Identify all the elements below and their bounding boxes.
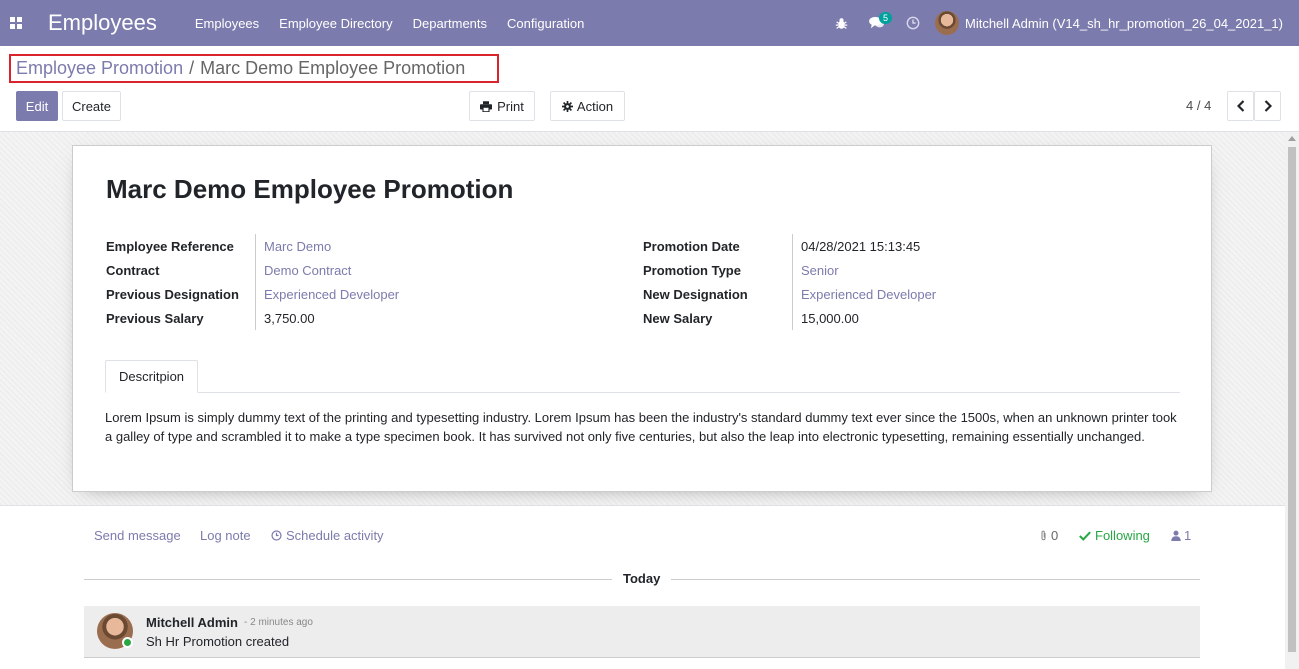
field-label: Promotion Type — [643, 258, 793, 282]
new-salary-value: 15,000.00 — [801, 310, 859, 326]
messages-icon[interactable]: 5 — [859, 0, 895, 46]
attachments-count: 0 — [1051, 528, 1059, 543]
followers-button[interactable]: 1 — [1171, 528, 1191, 543]
apps-menu-icon[interactable] — [0, 0, 32, 46]
field-label: Previous Designation — [106, 282, 256, 306]
breadcrumb-parent[interactable]: Employee Promotion — [16, 58, 183, 79]
previous-designation-link[interactable]: Experienced Developer — [256, 287, 399, 302]
attachments-button[interactable]: 0 — [1039, 528, 1058, 543]
online-status-icon — [122, 637, 133, 648]
menu-employees[interactable]: Employees — [195, 16, 259, 31]
notebook-tabs: Descritpion — [105, 360, 1180, 393]
right-field-group: Promotion Date 04/28/2021 15:13:45 Promo… — [643, 234, 936, 330]
user-icon — [1171, 530, 1181, 541]
schedule-activity-label: Schedule activity — [286, 528, 384, 543]
description-text: Lorem Ipsum is simply dummy text of the … — [105, 410, 1177, 444]
scroll-up-arrow-icon[interactable] — [1288, 136, 1296, 141]
main-menu: Employees Employee Directory Departments… — [185, 16, 595, 31]
breadcrumb-separator: / — [189, 58, 195, 78]
field-label: Employee Reference — [106, 234, 256, 258]
field-previous-designation: Previous Designation Experienced Develop… — [106, 282, 399, 306]
promotion-type-link[interactable]: Senior — [793, 263, 839, 278]
pager-next-button[interactable] — [1254, 91, 1281, 121]
field-label: New Designation — [643, 282, 793, 306]
navbar-systray: 5 Mitchell Admin (V14_sh_hr_promotion_26… — [823, 0, 1299, 46]
top-navbar: Employees Employees Employee Directory D… — [0, 0, 1299, 46]
left-field-group: Employee Reference Marc Demo Contract De… — [106, 234, 399, 330]
bug-icon[interactable] — [823, 0, 859, 46]
field-employee-reference: Employee Reference Marc Demo — [106, 234, 399, 258]
create-button[interactable]: Create — [62, 91, 121, 121]
menu-departments[interactable]: Departments — [413, 16, 487, 31]
field-previous-salary: Previous Salary 3,750.00 — [106, 306, 399, 330]
message-author[interactable]: Mitchell Admin — [146, 615, 238, 630]
pager-previous-button[interactable] — [1227, 91, 1254, 121]
pager-value[interactable]: 4 / 4 — [1186, 98, 1211, 113]
field-promotion-date: Promotion Date 04/28/2021 15:13:45 — [643, 234, 936, 258]
print-label: Print — [497, 98, 524, 114]
user-avatar — [935, 11, 959, 35]
print-button[interactable]: Print — [469, 91, 535, 121]
chatter: Send message Log note Schedule activity … — [0, 505, 1285, 669]
field-label: Promotion Date — [643, 234, 793, 258]
message-body: Sh Hr Promotion created — [146, 634, 290, 649]
chevron-left-icon — [1236, 100, 1244, 112]
form-sheet: Marc Demo Employee Promotion Employee Re… — [72, 145, 1212, 492]
record-title: Marc Demo Employee Promotion — [106, 174, 514, 204]
messages-badge: 5 — [879, 12, 893, 24]
date-separator-label: Today — [612, 571, 672, 586]
breadcrumb-current: Marc Demo Employee Promotion — [200, 58, 466, 78]
menu-configuration[interactable]: Configuration — [507, 16, 584, 31]
field-label: Contract — [106, 258, 256, 282]
action-button[interactable]: Action — [550, 91, 625, 121]
field-promotion-type: Promotion Type Senior — [643, 258, 936, 282]
breadcrumb: Employee Promotion / Marc Demo Employee … — [9, 54, 499, 83]
print-icon — [480, 100, 493, 112]
contract-link[interactable]: Demo Contract — [256, 263, 351, 278]
employee-reference-link[interactable]: Marc Demo — [256, 239, 331, 254]
field-label: New Salary — [643, 306, 793, 330]
clock-icon[interactable] — [895, 0, 931, 46]
clock-icon — [271, 530, 282, 541]
check-icon — [1079, 530, 1091, 541]
field-contract: Contract Demo Contract — [106, 258, 399, 282]
new-designation-link[interactable]: Experienced Developer — [793, 287, 936, 302]
app-title[interactable]: Employees — [48, 10, 157, 36]
user-menu[interactable]: Mitchell Admin (V14_sh_hr_promotion_26_0… — [935, 11, 1283, 35]
send-message-button[interactable]: Send message — [94, 528, 181, 543]
paperclip-icon — [1041, 530, 1046, 540]
schedule-activity-button[interactable]: Schedule activity — [271, 528, 384, 543]
scrollbar-thumb[interactable] — [1288, 147, 1296, 652]
log-note-button[interactable]: Log note — [200, 528, 251, 543]
field-new-designation: New Designation Experienced Developer — [643, 282, 936, 306]
gear-icon — [561, 100, 573, 112]
control-panel: Employee Promotion / Marc Demo Employee … — [0, 46, 1299, 132]
user-name: Mitchell Admin (V14_sh_hr_promotion_26_0… — [965, 15, 1283, 31]
menu-employee-directory[interactable]: Employee Directory — [279, 16, 392, 31]
chevron-right-icon — [1264, 100, 1272, 112]
field-label: Previous Salary — [106, 306, 256, 330]
edit-button[interactable]: Edit — [16, 91, 58, 121]
chatter-message: Mitchell Admin - 2 minutes ago Sh Hr Pro… — [84, 606, 1200, 658]
promotion-date-value: 04/28/2021 15:13:45 — [801, 238, 921, 254]
field-new-salary: New Salary 15,000.00 — [643, 306, 936, 330]
tab-description[interactable]: Descritpion — [105, 360, 199, 393]
following-button[interactable]: Following — [1079, 528, 1150, 543]
previous-salary-value: 3,750.00 — [264, 310, 315, 326]
message-time: - 2 minutes ago — [244, 617, 313, 628]
following-label: Following — [1095, 528, 1150, 543]
followers-count: 1 — [1184, 528, 1192, 543]
action-label: Action — [576, 98, 614, 114]
scrollbar[interactable] — [1285, 132, 1299, 669]
